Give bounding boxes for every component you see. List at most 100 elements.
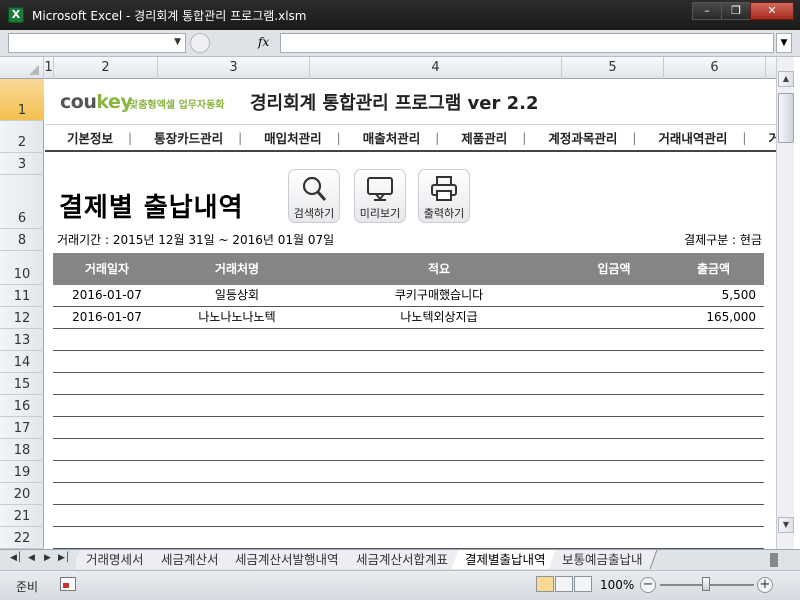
table-cell[interactable]: [663, 461, 756, 482]
table-cell[interactable]: [161, 439, 313, 460]
sheet-tab[interactable]: 결제별출납내역: [451, 550, 560, 569]
table-cell[interactable]: 나노텍외상지급: [313, 307, 565, 328]
table-row[interactable]: [53, 505, 764, 527]
prev-sheet-button[interactable]: ◀: [28, 553, 35, 563]
table-cell[interactable]: [313, 527, 565, 548]
column-header[interactable]: 3: [158, 57, 310, 79]
scroll-thumb[interactable]: [778, 93, 794, 143]
table-cell[interactable]: [663, 351, 756, 372]
restore-button[interactable]: ❐: [721, 2, 751, 20]
table-cell[interactable]: [161, 329, 313, 350]
table-row[interactable]: [53, 417, 764, 439]
table-cell[interactable]: [565, 307, 655, 328]
table-row[interactable]: 2016-01-07 일등상회 쿠키구매했습니다 5,500: [53, 285, 764, 307]
close-button[interactable]: ✕: [750, 2, 794, 20]
table-cell[interactable]: [313, 373, 565, 394]
row-header[interactable]: 8: [0, 229, 44, 251]
table-row[interactable]: [53, 461, 764, 483]
menu-item-transactions[interactable]: 거래내역관리: [636, 128, 742, 147]
menu-item-sales[interactable]: 매출처관리: [341, 128, 436, 147]
formula-input[interactable]: [280, 33, 774, 53]
column-header[interactable]: 2: [54, 57, 158, 79]
table-cell[interactable]: [565, 483, 655, 504]
last-sheet-button[interactable]: ▶│: [58, 553, 70, 563]
column-header[interactable]: 5: [562, 57, 664, 79]
table-cell[interactable]: [161, 373, 313, 394]
table-cell[interactable]: [313, 505, 565, 526]
table-cell[interactable]: 165,000: [663, 307, 756, 328]
menu-item-more[interactable]: 거래: [746, 128, 776, 147]
column-header[interactable]: 6: [664, 57, 766, 79]
formula-expand-button[interactable]: ▼: [776, 33, 792, 53]
sheet-tab[interactable]: 세금계산서: [147, 550, 233, 569]
table-cell[interactable]: [53, 329, 161, 350]
table-row[interactable]: [53, 439, 764, 461]
table-cell[interactable]: [313, 417, 565, 438]
page-layout-view-button[interactable]: [555, 576, 573, 592]
macro-record-icon[interactable]: [60, 577, 76, 591]
menu-item-bank-card[interactable]: 통장카드관리: [132, 128, 238, 147]
worksheet[interactable]: coukey 맞춤형엑셀 업무자동화 경리회계 통합관리 프로그램 ver 2.…: [45, 79, 776, 549]
row-header[interactable]: 6: [0, 175, 44, 229]
formula-toggle-icon[interactable]: [190, 33, 210, 53]
table-row[interactable]: [53, 329, 764, 351]
table-row[interactable]: 2016-01-07 나노나노나노텍 나노텍외상지급 165,000: [53, 307, 764, 329]
vertical-scrollbar[interactable]: ▲ ▼: [776, 57, 794, 549]
table-cell[interactable]: [53, 461, 161, 482]
table-cell[interactable]: [53, 351, 161, 372]
table-cell[interactable]: [565, 395, 655, 416]
menu-item-products[interactable]: 제품관리: [439, 128, 522, 147]
tab-split-handle[interactable]: [770, 553, 778, 567]
next-sheet-button[interactable]: ▶: [44, 553, 51, 563]
zoom-slider-thumb[interactable]: [702, 577, 710, 591]
table-cell[interactable]: [161, 461, 313, 482]
normal-view-button[interactable]: [536, 576, 554, 592]
table-cell[interactable]: [663, 483, 756, 504]
table-cell[interactable]: [663, 373, 756, 394]
table-cell[interactable]: [53, 373, 161, 394]
table-cell[interactable]: [53, 417, 161, 438]
sheet-tab[interactable]: 보통예금출납내: [548, 550, 658, 569]
row-header[interactable]: 21: [0, 505, 44, 527]
row-header[interactable]: 15: [0, 373, 44, 395]
search-button[interactable]: 검색하기: [288, 169, 340, 223]
page-break-view-button[interactable]: [574, 576, 592, 592]
table-cell[interactable]: [313, 351, 565, 372]
row-header[interactable]: 20: [0, 483, 44, 505]
table-cell[interactable]: [313, 461, 565, 482]
preview-button[interactable]: 미리보기: [354, 169, 406, 223]
insert-function-button[interactable]: fx: [258, 35, 269, 49]
menu-item-purchase[interactable]: 매입처관리: [242, 128, 337, 147]
first-sheet-button[interactable]: ◀│: [10, 553, 22, 563]
select-all-button[interactable]: [0, 57, 44, 79]
row-header[interactable]: 2: [0, 121, 44, 153]
table-cell[interactable]: 쿠키구매했습니다: [313, 285, 565, 306]
table-cell[interactable]: [313, 483, 565, 504]
table-cell[interactable]: 2016-01-07: [53, 307, 161, 328]
table-cell[interactable]: [565, 373, 655, 394]
zoom-in-button[interactable]: +: [757, 577, 773, 593]
table-cell[interactable]: [53, 395, 161, 416]
table-row[interactable]: [53, 483, 764, 505]
table-cell[interactable]: [663, 417, 756, 438]
table-cell[interactable]: [53, 483, 161, 504]
zoom-out-button[interactable]: −: [640, 577, 656, 593]
table-cell[interactable]: [565, 351, 655, 372]
sheet-tab[interactable]: 세금계산서합계표: [342, 550, 463, 569]
table-cell[interactable]: [53, 439, 161, 460]
minimize-button[interactable]: –: [692, 2, 722, 20]
chevron-down-icon[interactable]: ▼: [174, 37, 181, 47]
name-box[interactable]: ▼: [8, 33, 186, 53]
zoom-level[interactable]: 100%: [600, 578, 634, 592]
table-cell[interactable]: [663, 395, 756, 416]
menu-item-basic-info[interactable]: 기본정보: [45, 128, 128, 147]
row-header[interactable]: 19: [0, 461, 44, 483]
table-cell[interactable]: 일등상회: [161, 285, 313, 306]
table-cell[interactable]: [313, 395, 565, 416]
table-cell[interactable]: [565, 285, 655, 306]
sheet-tab[interactable]: 세금계산서발행내역: [221, 550, 354, 569]
scroll-down-button[interactable]: ▼: [778, 517, 794, 533]
column-header[interactable]: 1: [44, 57, 54, 79]
scroll-up-button[interactable]: ▲: [778, 71, 794, 87]
table-cell[interactable]: [565, 417, 655, 438]
